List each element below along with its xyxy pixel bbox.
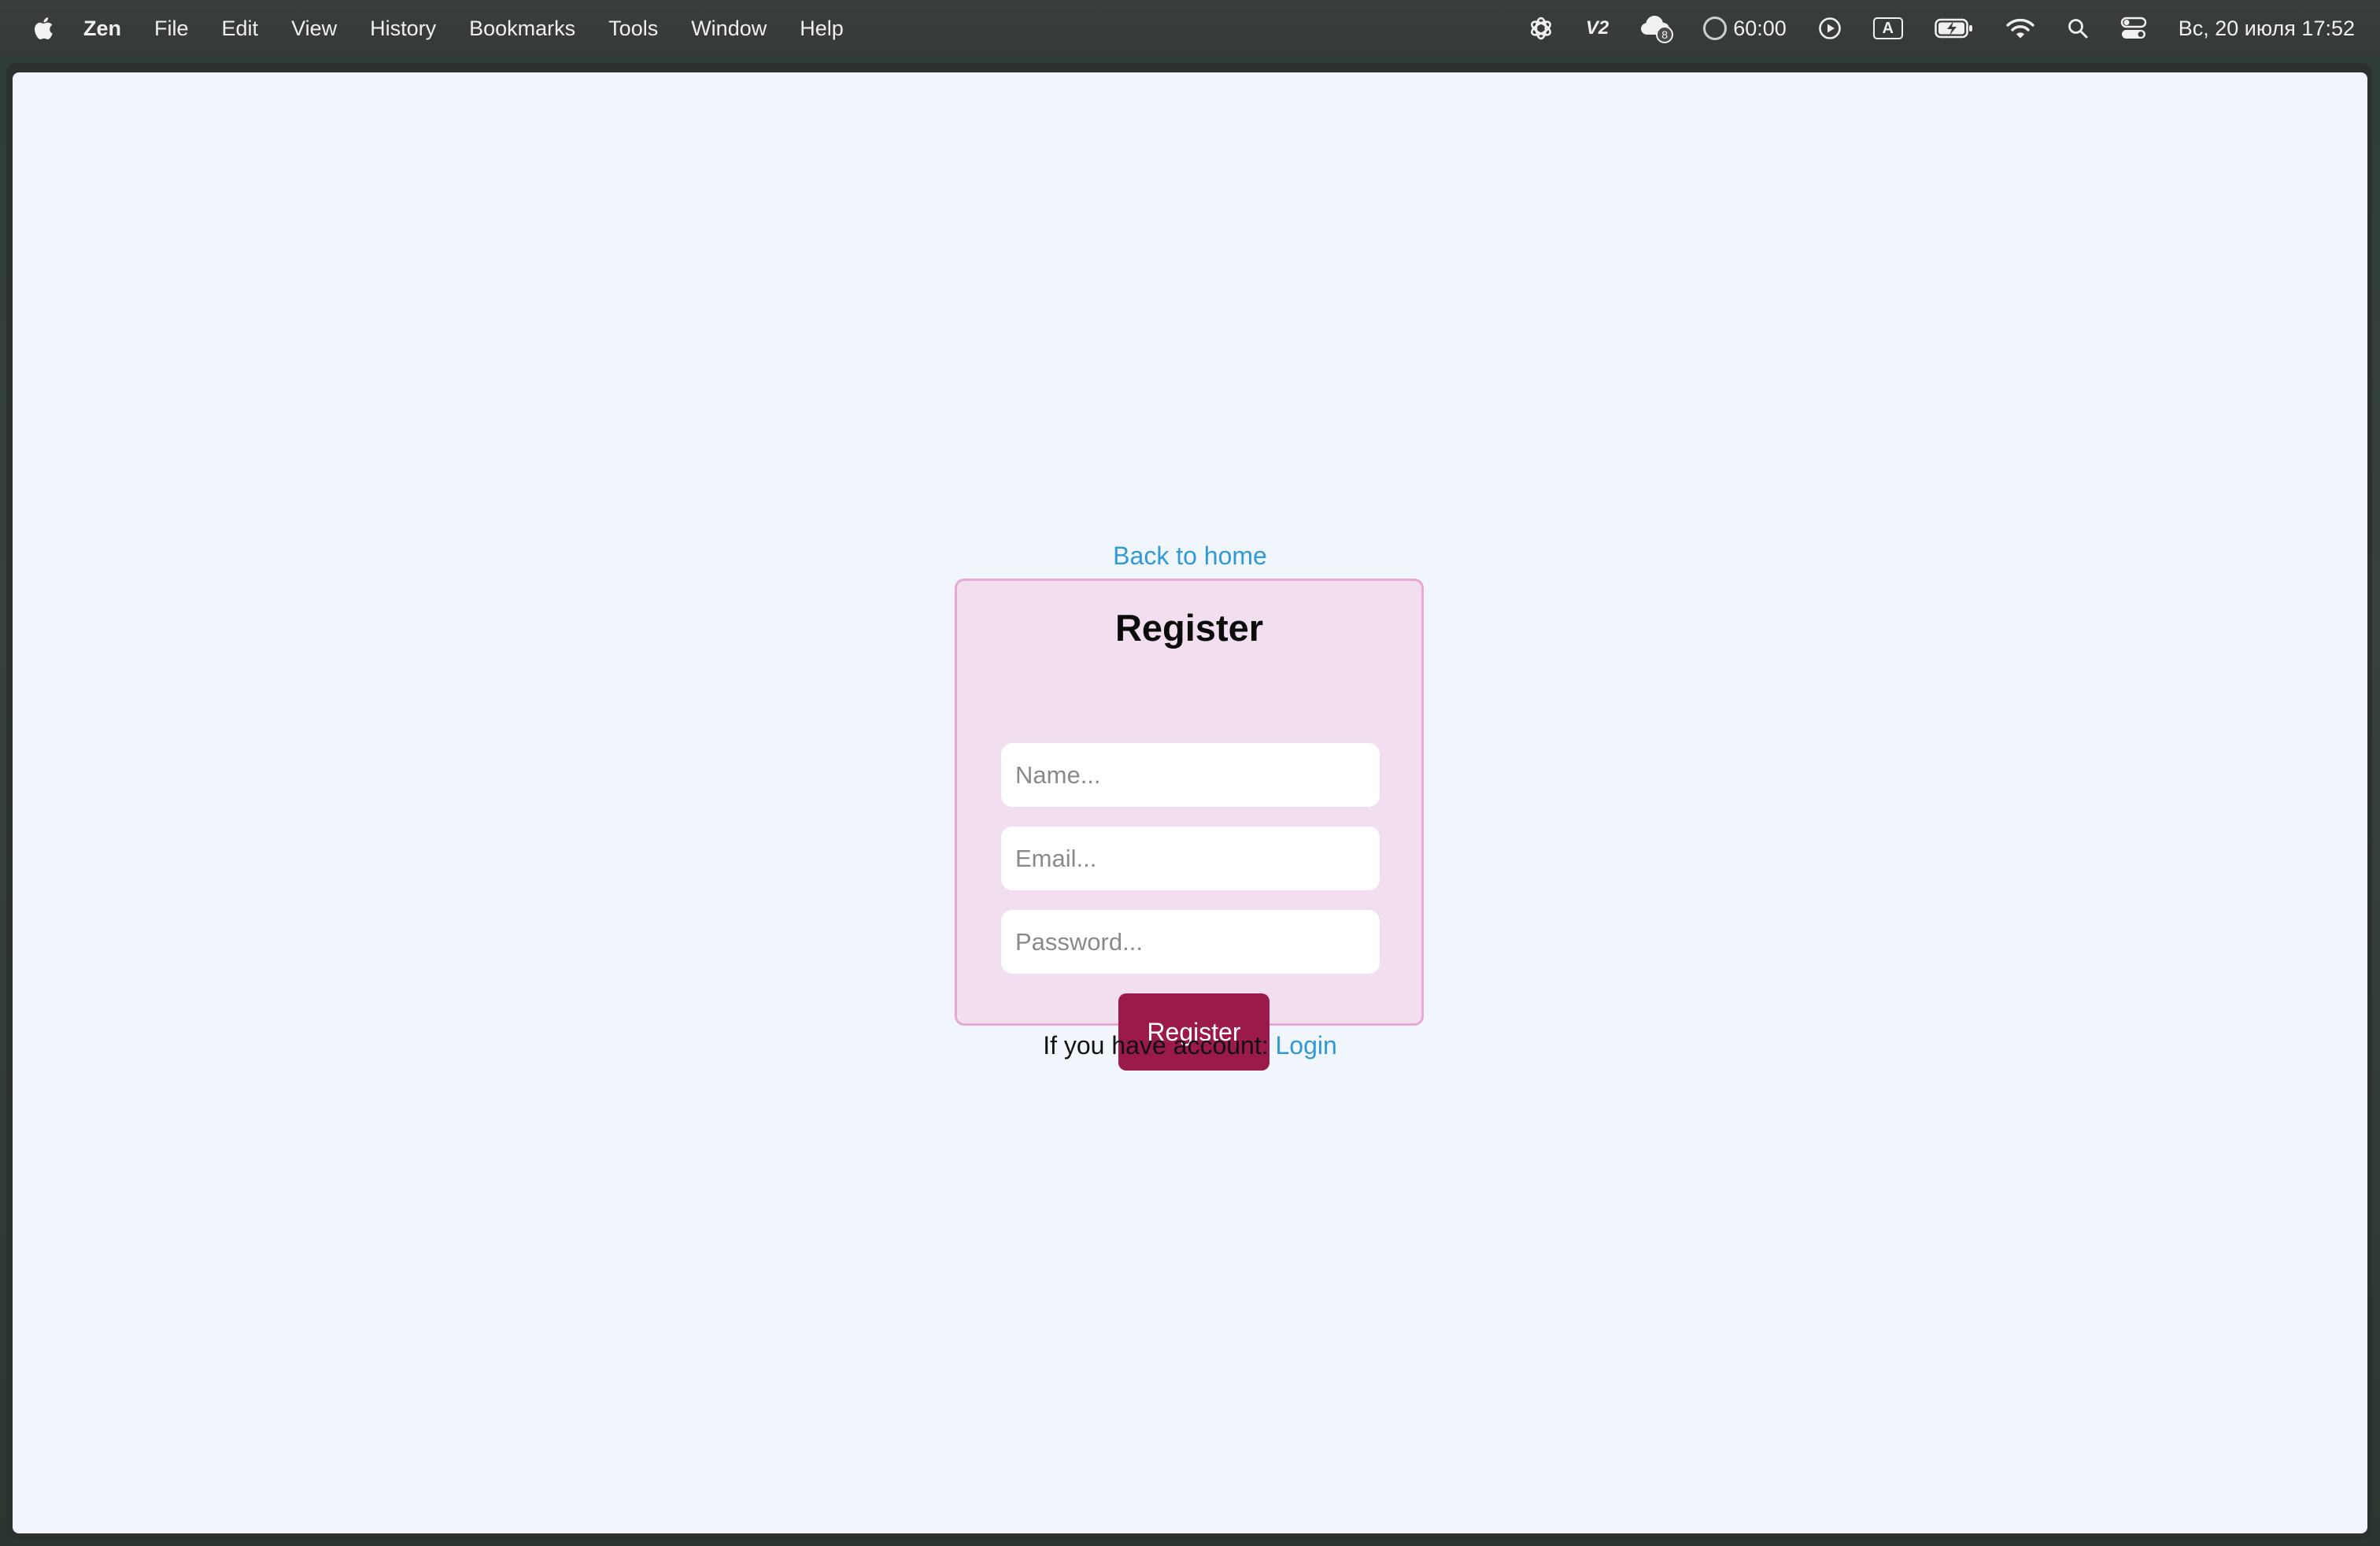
- play-icon[interactable]: [1818, 0, 1842, 57]
- menu-bookmarks[interactable]: Bookmarks: [469, 17, 575, 41]
- datetime-text: Вс, 20 июля 17:52: [2178, 16, 2355, 40]
- search-icon[interactable]: [2067, 0, 2089, 57]
- input-source-icon[interactable]: A: [1872, 0, 1903, 57]
- menu-view[interactable]: View: [291, 17, 337, 41]
- control-center-icon[interactable]: [2120, 0, 2147, 57]
- apple-logo-icon[interactable]: [30, 13, 55, 43]
- v2-icon[interactable]: V2: [1586, 0, 1609, 57]
- login-link[interactable]: Login: [1276, 1031, 1337, 1060]
- login-prompt-text: If you have account:: [1043, 1031, 1276, 1060]
- menu-help[interactable]: Help: [800, 17, 844, 41]
- timer-text: 60:00: [1733, 16, 1787, 40]
- timer-widget[interactable]: 60:00: [1703, 0, 1787, 57]
- menu-edit[interactable]: Edit: [222, 17, 259, 41]
- openai-icon[interactable]: [1528, 0, 1554, 57]
- cloud-badge-wrap: 8: [1640, 13, 1674, 43]
- timer-circle-icon: [1703, 17, 1728, 40]
- register-title: Register: [1114, 607, 1264, 649]
- v2-label: V2: [1585, 17, 1609, 39]
- password-input[interactable]: [1001, 910, 1380, 974]
- menu-tools[interactable]: Tools: [608, 17, 658, 41]
- web-page: Back to home Register Register If you ha…: [13, 72, 2367, 1533]
- back-to-home-link[interactable]: Back to home: [13, 542, 2367, 571]
- menu-bar-left: Zen File Edit View History Bookmarks Too…: [0, 0, 877, 57]
- back-to-home-label[interactable]: Back to home: [1113, 542, 1267, 570]
- menu-history[interactable]: History: [370, 17, 436, 41]
- cloud-badge-icon[interactable]: 8: [1640, 0, 1674, 57]
- menu-window[interactable]: Window: [691, 17, 767, 41]
- menu-bar: Zen File Edit View History Bookmarks Too…: [0, 0, 2380, 57]
- menu-app-name[interactable]: Zen: [83, 17, 121, 41]
- input-source-label: A: [1872, 17, 1903, 39]
- name-input[interactable]: [1001, 743, 1380, 807]
- menu-file[interactable]: File: [154, 17, 189, 41]
- menu-bar-tray: V2 8 60:00 A Вс, 20 июля 17:52: [1496, 0, 2355, 57]
- email-input[interactable]: [1001, 827, 1380, 890]
- clock-widget[interactable]: Вс, 20 июля 17:52: [2179, 0, 2355, 57]
- login-prompt: If you have account: Login: [13, 1031, 2367, 1060]
- battery-icon[interactable]: [1934, 0, 1974, 57]
- badge-count: 8: [1656, 26, 1674, 43]
- register-card: Register Register: [955, 579, 1424, 1071]
- wifi-icon[interactable]: [2005, 0, 2035, 57]
